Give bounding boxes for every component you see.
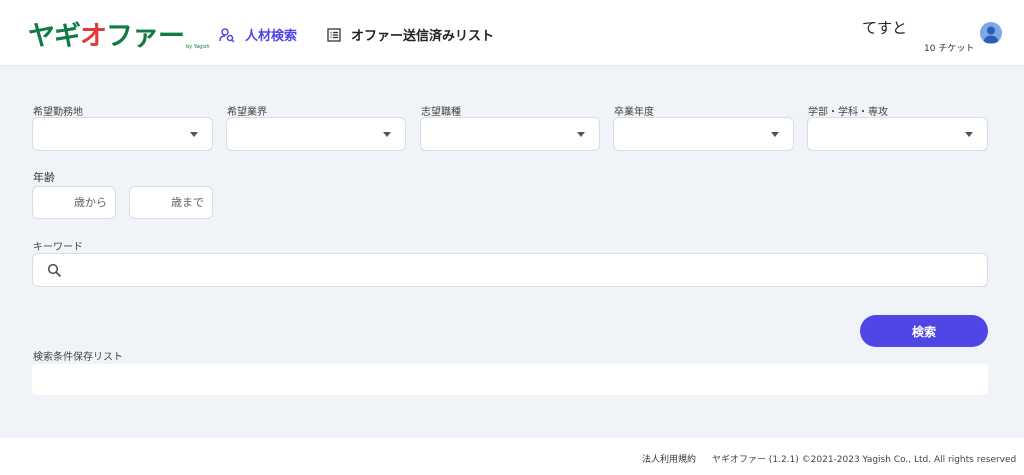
age-from-suffix: 歳から: [74, 196, 107, 209]
age-to-input[interactable]: 歳まで: [129, 186, 213, 219]
saved-conditions-label: 検索条件保存リスト: [33, 352, 123, 363]
logo-sub: by Yagish: [186, 44, 210, 50]
faculty-label: 学部・学科・専攻: [808, 107, 888, 118]
nav-talent-search-label: 人材検索: [245, 29, 298, 44]
grad-year-select[interactable]: [613, 117, 794, 151]
age-from-input[interactable]: 歳から: [32, 186, 116, 219]
caret-down-icon: [383, 132, 391, 137]
nav-talent-search[interactable]: 人材検索: [219, 25, 297, 44]
footer: 法人利用規約 ヤギオファー (1.2.1) ©2021-2023 Yagish …: [0, 438, 1024, 475]
logo-text: ヤギオファー: [28, 21, 185, 52]
ticket-count: 10 チケット: [924, 44, 975, 54]
user-avatar-icon: [983, 26, 999, 43]
nav-offer-list-label: オファー送信済みリスト: [351, 29, 495, 44]
location-select[interactable]: [32, 117, 213, 151]
caret-down-icon: [190, 132, 198, 137]
saved-conditions-list[interactable]: [32, 364, 988, 395]
copyright-text: ヤギオファー (1.2.1) ©2021-2023 Yagish Co., Lt…: [712, 455, 1017, 465]
caret-down-icon: [577, 132, 585, 137]
job-type-select[interactable]: [420, 117, 600, 151]
caret-down-icon: [965, 132, 973, 137]
logo[interactable]: ヤギオファー by Yagish: [28, 16, 210, 52]
keyword-label: キーワード: [33, 242, 83, 253]
location-label: 希望勤務地: [33, 107, 83, 118]
keyword-input[interactable]: [73, 260, 973, 280]
job-type-label: 志望職種: [421, 107, 461, 118]
age-label: 年齢: [33, 171, 55, 184]
search-button[interactable]: 検索: [860, 315, 988, 347]
grad-year-label: 卒業年度: [614, 107, 654, 118]
caret-down-icon: [771, 132, 779, 137]
age-to-suffix: 歳まで: [171, 196, 204, 209]
terms-link[interactable]: 法人利用規約: [642, 452, 696, 465]
keyword-field[interactable]: [32, 253, 988, 287]
user-name[interactable]: てすと: [862, 17, 907, 38]
avatar[interactable]: [980, 22, 1002, 44]
industry-select[interactable]: [226, 117, 406, 151]
app-header: ヤギオファー by Yagish 人材検索 オファー送信済みリスト てすと 10…: [0, 0, 1024, 66]
faculty-select[interactable]: [807, 117, 988, 151]
nav-offer-list[interactable]: オファー送信済みリスト: [327, 25, 494, 44]
list-icon: [327, 27, 341, 42]
industry-label: 希望業界: [227, 107, 267, 118]
user-search-icon: [219, 27, 235, 43]
search-icon: [47, 263, 62, 278]
